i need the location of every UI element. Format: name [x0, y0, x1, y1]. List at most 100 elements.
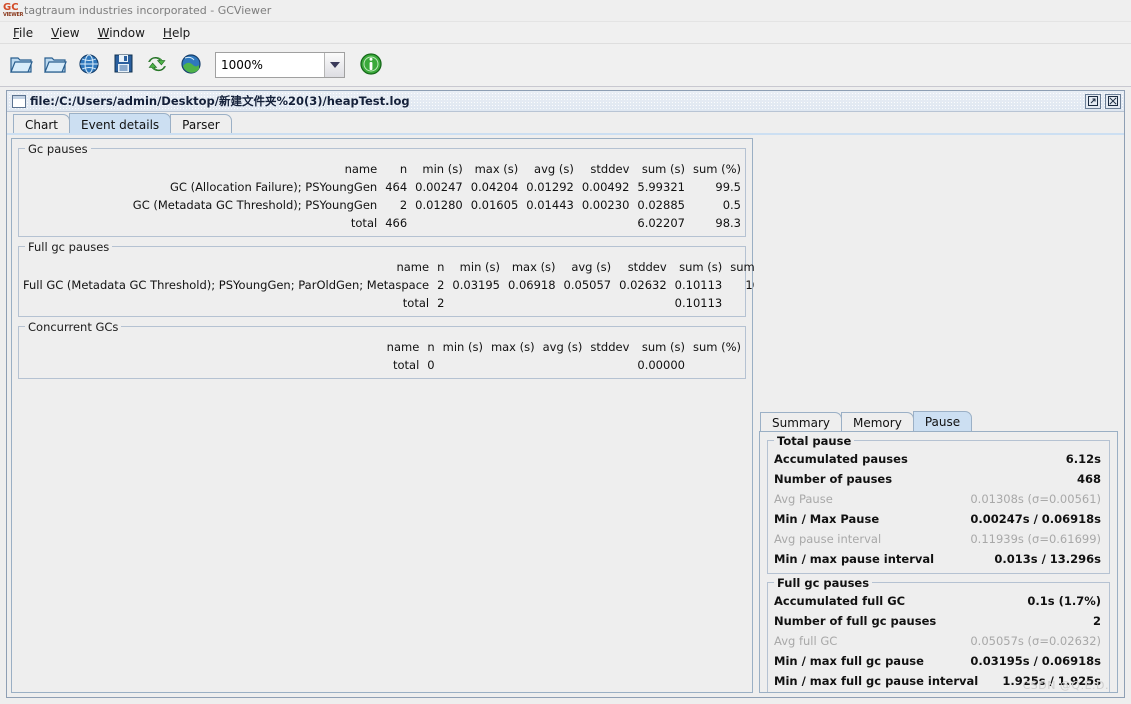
col-sum: sum (s): [641, 340, 685, 354]
table-row-total: total 2 0.10113 1.7: [19, 294, 782, 312]
tab-memory-label: Memory: [853, 415, 902, 430]
cell-avg: 0.05057: [563, 278, 612, 292]
label: Avg Pause: [774, 492, 833, 506]
window-title: tagtraum industries incorporated - GCVie…: [24, 4, 272, 17]
cell-sum: 0.10113: [674, 278, 723, 292]
tab-pause[interactable]: Pause: [912, 411, 973, 432]
save-button[interactable]: [107, 49, 139, 81]
refresh-icon: [146, 53, 168, 78]
close-icon: [1108, 96, 1118, 106]
pause-panel: Total pause Accumulated pauses 6.12s Num…: [759, 431, 1118, 693]
cell-n: 2: [399, 198, 408, 212]
cell-max: 0.01605: [470, 198, 519, 212]
row-accumulated-pauses: Accumulated pauses 6.12s: [768, 449, 1109, 469]
cell-n: 0: [427, 358, 435, 372]
col-name: name: [396, 260, 430, 274]
tab-summary[interactable]: Summary: [760, 412, 842, 432]
cell-sum-pct: 98.3: [715, 216, 741, 230]
menu-item-window[interactable]: Window: [89, 24, 154, 42]
label: Min / max full gc pause: [774, 654, 924, 668]
toolbar: 1000%: [0, 44, 1131, 87]
col-min: min (s): [442, 340, 483, 354]
event-details-pane: Gc pauses name n min (s) max (s) avg (s)…: [11, 138, 778, 693]
value: 0.03195s / 0.06918s: [970, 654, 1101, 668]
menu-item-file[interactable]: File: [4, 24, 42, 42]
open-url-button[interactable]: [73, 49, 105, 81]
cell-avg: 0.01292: [526, 180, 574, 194]
value: 0.00247s / 0.06918s: [970, 512, 1101, 526]
cell-sum: 0.00000: [637, 358, 685, 372]
row-avg-pause: Avg Pause 0.01308s (σ=0.00561): [768, 489, 1109, 509]
cell-name: GC (Allocation Failure); PSYoungGen: [169, 180, 378, 194]
menu-view-rest: iew: [59, 25, 80, 40]
col-stddev: stddev: [590, 162, 630, 176]
tab-event-details-label: Event details: [80, 117, 160, 132]
zoom-value: 1000%: [221, 58, 263, 72]
maximize-button[interactable]: [1085, 93, 1101, 109]
menu-help-mnemonic: H: [162, 25, 172, 40]
table-header-row: name n min (s) max (s) avg (s) stddev su…: [383, 338, 745, 356]
value: 0.11939s (σ=0.61699): [970, 532, 1101, 546]
zoom-combobox[interactable]: 1000%: [215, 52, 345, 78]
row-number-of-pauses: Number of pauses 468: [768, 469, 1109, 489]
menubar: File View Window Help: [0, 22, 1131, 44]
chevron-down-icon[interactable]: [324, 53, 344, 77]
tab-parser[interactable]: Parser: [170, 114, 232, 135]
open-recent-folder-icon: [43, 53, 67, 78]
tab-memory[interactable]: Memory: [841, 412, 914, 432]
cell-max: [504, 294, 560, 312]
col-stddev: stddev: [590, 340, 630, 354]
label: Number of pauses: [774, 472, 893, 486]
row-min-max-full-gc-pause: Min / max full gc pause 0.03195s / 0.069…: [768, 651, 1109, 671]
group-gc-pauses-label: Gc pauses: [25, 142, 91, 156]
cell-min: [448, 294, 504, 312]
cell-avg: [560, 294, 616, 312]
document-content: Gc pauses name n min (s) max (s) avg (s)…: [7, 135, 1124, 697]
menu-help-rest: elp: [171, 25, 191, 40]
watch-button[interactable]: [175, 49, 207, 81]
menu-view-mnemonic: V: [51, 25, 60, 40]
cell-stddev: [615, 294, 671, 312]
cell-stddev: 0.02632: [619, 278, 667, 292]
cell-sum: 6.02207: [637, 216, 685, 230]
cell-name: total: [393, 358, 420, 372]
tab-chart[interactable]: Chart: [13, 114, 70, 135]
close-button[interactable]: [1105, 93, 1121, 109]
window-titlebar: GC VIEWER tagtraum industries incorporat…: [0, 0, 1131, 22]
about-button[interactable]: [355, 49, 387, 81]
row-min-max-pause-interval: Min / max pause interval 0.013s / 13.296…: [768, 549, 1109, 569]
about-info-icon: [359, 52, 383, 79]
menu-window-rest: indow: [109, 25, 145, 40]
value: 6.12s: [1065, 452, 1101, 466]
tab-event-details[interactable]: Event details: [68, 113, 172, 135]
document-titlebar[interactable]: file:/C:/Users/admin/Desktop/新建文件夹%20(3)…: [7, 91, 1124, 112]
document-icon: [12, 94, 26, 108]
col-max: max (s): [490, 340, 535, 354]
save-floppy-icon: [113, 53, 134, 77]
cell-sum-pct: [689, 356, 745, 374]
col-sum-pct: sum (%): [692, 340, 741, 354]
cell-stddev: [578, 214, 634, 232]
refresh-button[interactable]: [141, 49, 173, 81]
cell-sum-pct: 99.5: [715, 180, 741, 194]
open-recent-folder-button[interactable]: [39, 49, 71, 81]
cell-max: 0.04204: [470, 180, 519, 194]
label: Avg full GC: [774, 634, 838, 648]
row-min-max-pause: Min / Max Pause 0.00247s / 0.06918s: [768, 509, 1109, 529]
value: 0.1s (1.7%): [1027, 594, 1101, 608]
tab-pause-label: Pause: [924, 415, 961, 429]
cell-max: 0.06918: [507, 278, 556, 292]
value: 468: [1076, 472, 1101, 486]
tab-chart-label: Chart: [25, 118, 58, 132]
label: Number of full gc pauses: [774, 614, 937, 628]
menu-item-help[interactable]: Help: [154, 24, 199, 42]
cell-sum: 0.02885: [637, 198, 685, 212]
cell-sum: 5.99321: [637, 180, 685, 194]
open-file-button[interactable]: [5, 49, 37, 81]
row-min-max-full-gc-pause-interval: Min / max full gc pause interval 1.925s …: [768, 671, 1109, 691]
menu-item-view[interactable]: View: [42, 24, 88, 42]
cell-max: [467, 214, 523, 232]
table-concurrent-gcs: name n min (s) max (s) avg (s) stddev su…: [383, 338, 745, 374]
group-full-gc-pauses-summary-label: Full gc pauses: [774, 576, 873, 590]
col-sum-pct: sum (%): [692, 162, 741, 176]
